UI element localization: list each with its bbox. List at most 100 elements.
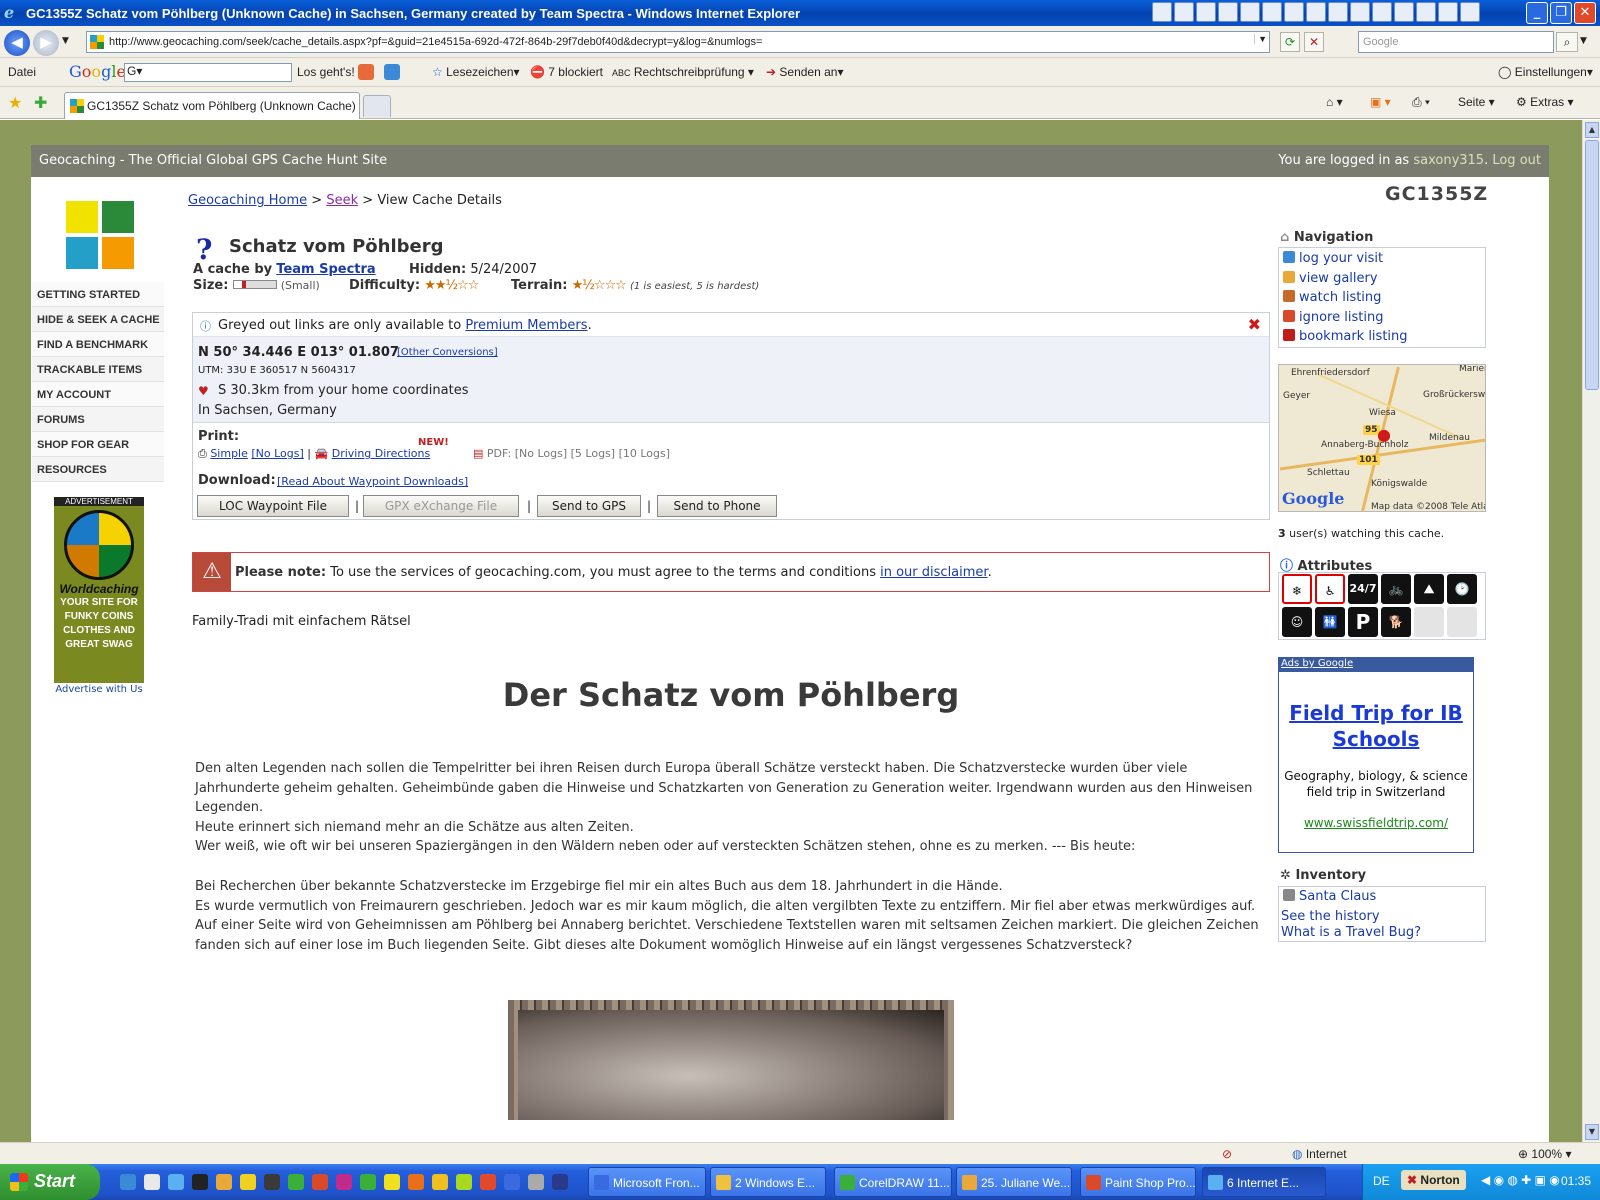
norton-button[interactable]: ✖ Norton [1401, 1170, 1466, 1190]
toolbar-tools-icon[interactable] [384, 64, 400, 80]
attr-clock-icon[interactable]: 🕑 [1447, 574, 1477, 604]
quicklaunch-icon[interactable] [144, 1174, 160, 1190]
quicklaunch-icon[interactable] [456, 1174, 472, 1190]
quicklaunch-icon[interactable] [336, 1174, 352, 1190]
task-juliane[interactable]: 25. Juliane We... [956, 1167, 1072, 1197]
google-search-input[interactable]: G▾ [124, 63, 292, 82]
menu-datei[interactable]: Datei [8, 65, 36, 79]
task-windows-explorer[interactable]: 2 Windows E... [710, 1167, 826, 1197]
quicklaunch-icon[interactable] [408, 1174, 424, 1190]
close-button[interactable]: ✕ [1574, 2, 1596, 24]
send-to-phone-button[interactable]: Send to Phone [657, 495, 777, 517]
attr-restrooms-icon[interactable]: 🚻 [1315, 607, 1345, 637]
breadcrumb-home[interactable]: Geocaching Home [188, 193, 307, 208]
tray-icons[interactable]: ◀ ◉ ◍ ✚ ▣ ◉ [1481, 1173, 1560, 1187]
attr-parking-icon[interactable]: P [1348, 607, 1378, 637]
task-coreldraw[interactable]: CorelDRAW 11... [834, 1167, 952, 1197]
quicklaunch-icon[interactable] [168, 1174, 184, 1190]
vertical-scrollbar[interactable]: ▲ ▼ [1582, 120, 1600, 1142]
owner-link[interactable]: Team Spectra [276, 262, 375, 277]
scroll-up-arrow[interactable]: ▲ [1585, 122, 1599, 138]
settings-button[interactable]: ◯ Einstellungen▾ [1498, 65, 1593, 79]
app-icon[interactable] [1350, 2, 1370, 22]
los-gehts-button[interactable]: Los geht's! [297, 65, 355, 79]
app-icon[interactable] [1416, 2, 1436, 22]
premium-members-link[interactable]: Premium Members [465, 318, 587, 333]
quicklaunch-icon[interactable] [240, 1174, 256, 1190]
cache-map[interactable]: Ehrenfriedersdorf Marienb Geyer Wiesa Gr… [1278, 364, 1486, 512]
google-ad[interactable]: Ads by Google Field Trip for IB Schools … [1278, 657, 1474, 853]
new-tab-button[interactable] [363, 95, 391, 117]
waypoint-downloads-link[interactable]: [Read About Waypoint Downloads] [277, 475, 468, 488]
app-icon[interactable] [1460, 2, 1480, 22]
bookmarks-button[interactable]: ☆ Lesezeichen▾ [432, 65, 520, 79]
app-icon[interactable] [1284, 2, 1304, 22]
print-nologs-link[interactable]: [No Logs] [251, 447, 303, 460]
pagerank-icon[interactable] [358, 64, 374, 80]
start-button[interactable]: Start [0, 1164, 100, 1200]
app-icon[interactable] [1438, 2, 1458, 22]
search-icon[interactable]: ⌕ [1556, 32, 1578, 52]
app-icon[interactable] [1174, 2, 1194, 22]
close-notice-icon[interactable]: ✖ [1248, 315, 1261, 334]
attr-dogs-icon[interactable]: 🐕 [1381, 607, 1411, 637]
task-frontpage[interactable]: Microsoft Fron... [588, 1167, 706, 1197]
scroll-down-arrow[interactable]: ▼ [1585, 1124, 1599, 1140]
quicklaunch-icon[interactable] [528, 1174, 544, 1190]
protected-mode-icon[interactable]: ⊘ [1222, 1147, 1232, 1161]
print-simple-link[interactable]: Simple [210, 447, 248, 460]
quicklaunch-icon[interactable] [312, 1174, 328, 1190]
attr-wheelchair-icon[interactable]: ♿ [1315, 574, 1345, 604]
quicklaunch-icon[interactable] [360, 1174, 376, 1190]
quicklaunch-icon[interactable] [480, 1174, 496, 1190]
feeds-icon[interactable]: ▣ ▾ [1370, 95, 1391, 109]
task-internet-explorer[interactable]: 6 Internet E... [1202, 1167, 1326, 1197]
log-visit-link[interactable]: log your visit [1283, 251, 1383, 266]
quicklaunch-icon[interactable] [552, 1174, 568, 1190]
back-button[interactable]: ◀ [4, 30, 30, 56]
home-icon[interactable]: ⌂ ▾ [1326, 95, 1343, 109]
tab-active[interactable]: GC1355Z Schatz vom Pöhlberg (Unknown Cac… [64, 92, 360, 119]
app-icon[interactable] [1262, 2, 1282, 22]
page-menu[interactable]: Seite ▾ [1458, 95, 1495, 109]
breadcrumb-seek[interactable]: Seek [326, 193, 358, 208]
loc-waypoint-button[interactable]: LOC Waypoint File [197, 495, 349, 517]
stop-icon[interactable]: ✕ [1304, 32, 1324, 52]
app-icon[interactable] [1372, 2, 1392, 22]
attr-scenic-view-icon[interactable]: ⛰ [1414, 574, 1444, 604]
quicklaunch-icon[interactable] [120, 1174, 136, 1190]
quicklaunch-icon[interactable] [432, 1174, 448, 1190]
history-dropdown-icon[interactable]: ▼ [62, 36, 69, 46]
ad-title-link[interactable]: Field Trip for IB Schools [1279, 700, 1473, 752]
attr-24-7-icon[interactable]: 24/7 [1348, 574, 1378, 604]
quicklaunch-icon[interactable] [264, 1174, 280, 1190]
refresh-icon[interactable]: ⟳ [1280, 32, 1300, 52]
quicklaunch-icon[interactable] [504, 1174, 520, 1190]
app-icon[interactable] [1196, 2, 1216, 22]
app-icon[interactable] [1306, 2, 1326, 22]
print-icon[interactable]: ⎙ ▾ [1412, 95, 1430, 110]
send-to-gps-button[interactable]: Send to GPS [537, 495, 641, 517]
minimize-button[interactable]: _ [1526, 2, 1548, 24]
ads-by-google-link[interactable]: Ads by Google [1279, 658, 1473, 672]
driving-directions-link[interactable]: Driving Directions [332, 447, 431, 460]
watch-listing-link[interactable]: watch listing [1283, 290, 1381, 305]
bookmark-listing-link[interactable]: bookmark listing [1283, 329, 1408, 344]
view-gallery-link[interactable]: view gallery [1283, 271, 1378, 286]
inventory-item-link[interactable]: Santa Claus [1283, 889, 1376, 904]
forward-button[interactable]: ▶ [33, 30, 59, 56]
ad-url-link[interactable]: www.swissfieldtrip.com/ [1279, 816, 1473, 830]
popup-blocker-button[interactable]: ⛔ 7 blockiert [530, 65, 603, 79]
app-icon[interactable] [1394, 2, 1414, 22]
app-icon[interactable] [1240, 2, 1260, 22]
app-icon[interactable] [1218, 2, 1238, 22]
add-favorite-icon[interactable]: ✚ [34, 93, 47, 113]
task-paint-shop-pro[interactable]: Paint Shop Pro... [1080, 1167, 1196, 1197]
attr-snow-icon[interactable]: ❄ [1282, 574, 1312, 604]
quicklaunch-icon[interactable] [216, 1174, 232, 1190]
send-to-button[interactable]: ➔ Senden an▾ [766, 65, 843, 79]
quicklaunch-icon[interactable] [192, 1174, 208, 1190]
spellcheck-button[interactable]: ABC Rechtschreibprüfung ▾ [612, 65, 754, 79]
attr-bicycle-icon[interactable]: 🚲 [1381, 574, 1411, 604]
quicklaunch-icon[interactable] [384, 1174, 400, 1190]
